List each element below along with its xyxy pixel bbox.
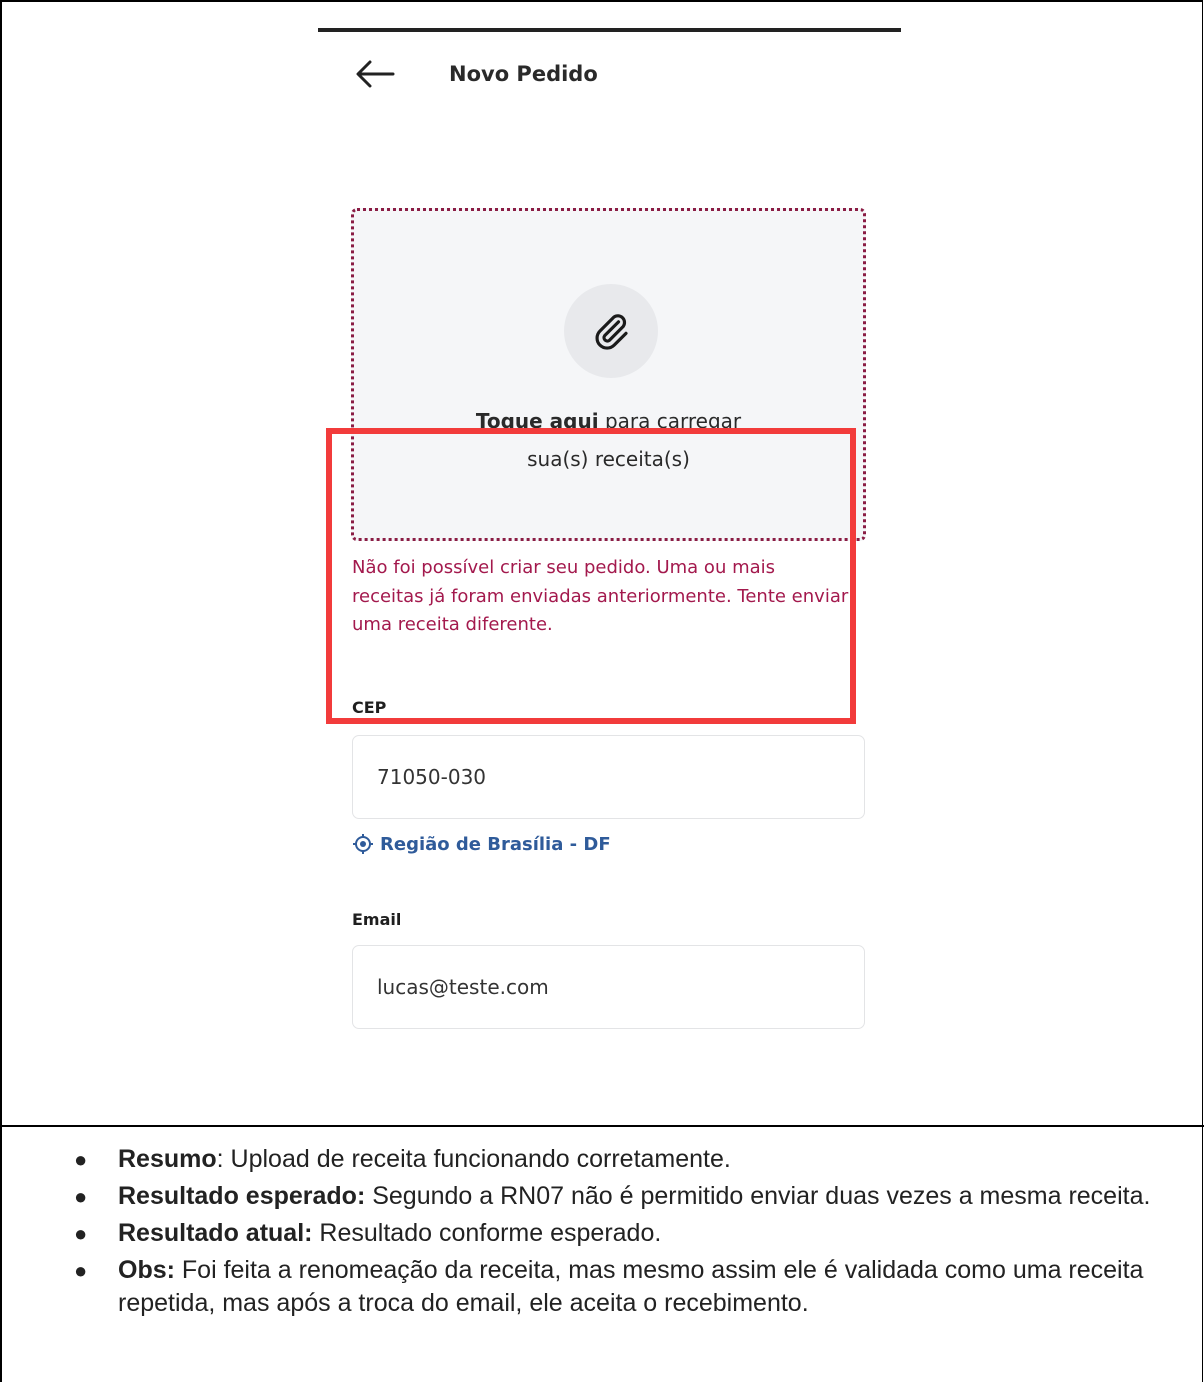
note-label: Resultado atual:: [118, 1219, 313, 1247]
region-link[interactable]: Região de Brasília - DF: [352, 833, 611, 855]
upload-icon-circle: [564, 284, 658, 378]
note-label: Resultado esperado:: [118, 1182, 366, 1210]
cep-field[interactable]: 71050-030: [352, 735, 865, 819]
list-item: ● Resumo: Upload de receita funcionando …: [74, 1145, 731, 1173]
location-target-icon: [353, 834, 373, 854]
phone-status-bar-line: [318, 28, 901, 32]
region-text: Região de Brasília - DF: [380, 833, 611, 855]
note-text: Foi feita a renomeação da receita, mas m…: [118, 1256, 1144, 1317]
cep-label: CEP: [352, 698, 387, 717]
back-button[interactable]: [355, 52, 399, 96]
note-text: Resultado conforme esperado.: [312, 1219, 662, 1247]
email-label: Email: [352, 910, 402, 929]
note-label: Obs:: [118, 1256, 175, 1284]
email-field[interactable]: lucas@teste.com: [352, 945, 865, 1029]
test-notes-list: ● Resumo: Upload de receita funcionando …: [74, 1143, 1174, 1324]
note-label: Resumo: [118, 1145, 217, 1173]
list-item: ● Obs: Foi feita a renomeação da receita…: [74, 1256, 1144, 1317]
list-item: ● Resultado esperado: Segundo a RN07 não…: [74, 1182, 1151, 1210]
note-text: : Upload de receita funcionando corretam…: [216, 1145, 731, 1173]
section-divider: [0, 1125, 1204, 1127]
app-header: Novo Pedido: [355, 52, 875, 96]
page-title: Novo Pedido: [449, 62, 598, 86]
list-item: ● Resultado atual: Resultado conforme es…: [74, 1219, 662, 1247]
paperclip-icon: [595, 314, 628, 350]
note-text: Segundo a RN07 não é permitido enviar du…: [365, 1182, 1151, 1210]
arrow-left-icon: [356, 60, 395, 88]
highlight-annotation-box: [326, 428, 856, 724]
